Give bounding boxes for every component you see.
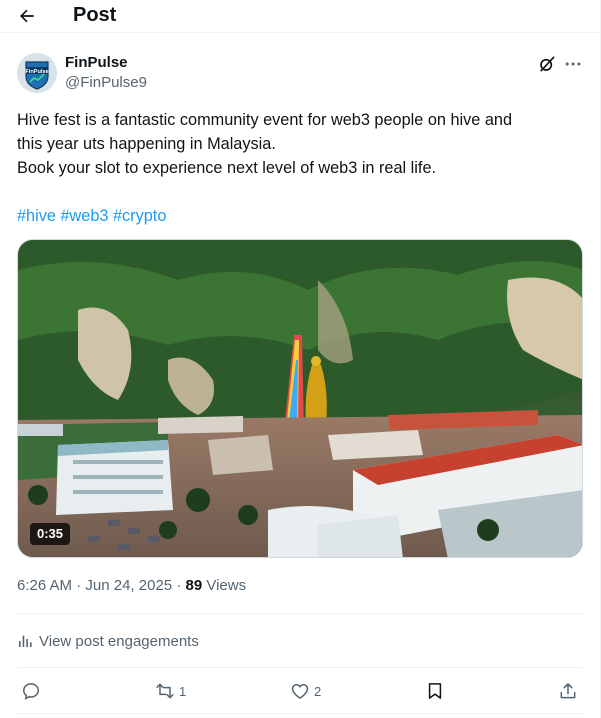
meta-separator: · xyxy=(76,577,82,594)
share-button[interactable] xyxy=(558,678,578,704)
divider xyxy=(17,713,583,714)
hashtag-web3[interactable]: #web3 xyxy=(60,207,108,225)
repost-button[interactable]: 1 xyxy=(155,678,186,704)
post-date[interactable]: Jun 24, 2025 xyxy=(85,577,172,594)
divider xyxy=(17,667,583,668)
post-text: Hive fest is a fantastic community event… xyxy=(17,108,583,180)
hashtag-hive[interactable]: #hive xyxy=(17,207,56,225)
post-text-line: this year uts happening in Malaysia. xyxy=(17,135,276,153)
repost-icon xyxy=(156,683,174,699)
bookmark-button[interactable] xyxy=(425,678,445,704)
video-duration: 0:35 xyxy=(30,523,71,545)
views-count: 89 xyxy=(185,577,203,594)
like-icon xyxy=(291,684,309,699)
reply-button[interactable] xyxy=(21,678,45,704)
grok-icon[interactable] xyxy=(537,54,557,74)
post-text-line: Hive fest is a fantastic community event… xyxy=(17,111,513,129)
more-icon[interactable] xyxy=(563,54,583,74)
action-bar: 1 2 xyxy=(17,678,583,704)
like-button[interactable]: 2 xyxy=(290,678,321,704)
reply-icon xyxy=(22,683,40,700)
user-handle[interactable]: @FinPulse9 xyxy=(65,74,147,92)
hashtag-crypto[interactable]: #crypto xyxy=(113,207,166,225)
views-label: Views xyxy=(206,577,247,594)
bookmark-icon xyxy=(428,683,442,699)
post-text-line: Book your slot to experience next level … xyxy=(17,159,437,177)
post-time[interactable]: 6:26 AM xyxy=(17,577,72,594)
video-thumbnail xyxy=(18,240,582,557)
header: Post xyxy=(0,0,601,32)
meta-separator: · xyxy=(176,577,182,594)
display-name[interactable]: FinPulse xyxy=(65,54,128,72)
page-title: Post xyxy=(73,4,117,26)
back-arrow-icon xyxy=(20,9,34,23)
avatar-logo-text: FinPulse xyxy=(25,69,48,75)
header-divider xyxy=(0,32,601,33)
back-button[interactable] xyxy=(14,3,40,29)
engagements-label: View post engagements xyxy=(39,632,199,650)
hashtags: #hive #web3 #crypto xyxy=(17,204,166,228)
share-icon xyxy=(560,683,576,699)
video-player[interactable]: 0:35 xyxy=(17,239,583,558)
analytics-icon xyxy=(19,635,32,647)
divider xyxy=(17,613,583,614)
post-meta: 6:26 AM · Jun 24, 2025 · 89 Views xyxy=(17,576,246,596)
avatar[interactable]: FinPulse xyxy=(17,53,57,93)
repost-count: 1 xyxy=(179,683,187,699)
view-engagements-link[interactable]: View post engagements xyxy=(17,630,199,652)
like-count: 2 xyxy=(314,683,322,699)
